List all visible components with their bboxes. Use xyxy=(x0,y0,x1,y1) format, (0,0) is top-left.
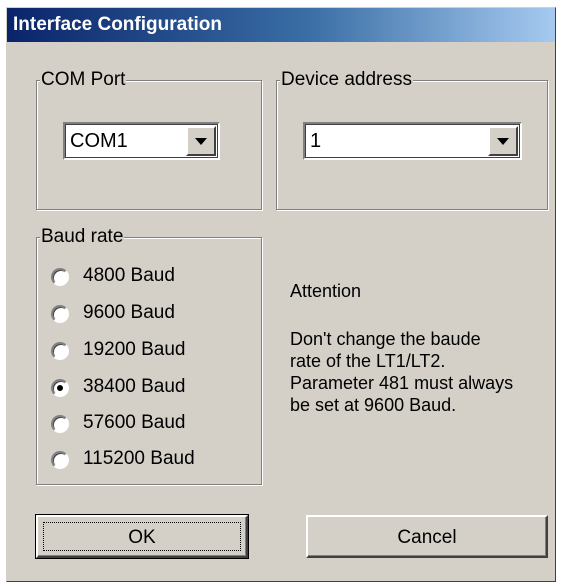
radio-button-selected[interactable] xyxy=(51,379,69,397)
radio-selected-dot xyxy=(57,385,63,391)
radio-button[interactable] xyxy=(51,451,69,469)
attention-message: Don't change the baude rate of the LT1/L… xyxy=(290,328,552,416)
attention-line: rate of the LT1/LT2. xyxy=(290,351,446,371)
interface-configuration-dialog: Interface Configuration COM Port COM1 De… xyxy=(6,7,556,582)
com-port-legend: COM Port xyxy=(40,69,127,91)
com-port-dropdown-button[interactable] xyxy=(186,126,216,156)
attention-line: Don't change the baude xyxy=(290,329,481,349)
baud-rate-group: Baud rate 4800 Baud 9600 Baud 19200 Baud… xyxy=(36,226,262,485)
cancel-button[interactable]: Cancel xyxy=(306,515,548,558)
radio-button[interactable] xyxy=(51,342,69,360)
device-address-select[interactable]: 1 xyxy=(303,122,522,160)
radio-button[interactable] xyxy=(51,305,69,323)
device-address-legend: Device address xyxy=(280,69,413,91)
chevron-down-icon xyxy=(195,138,207,145)
title-bar[interactable]: Interface Configuration xyxy=(7,8,555,42)
radio-label: 9600 Baud xyxy=(83,302,175,323)
cancel-button-label: Cancel xyxy=(397,527,457,548)
window-title: Interface Configuration xyxy=(13,14,223,35)
radio-label: 115200 Baud xyxy=(83,448,195,469)
ok-button-label: OK xyxy=(128,527,156,548)
attention-line: Parameter 481 must always xyxy=(290,373,514,393)
radio-button[interactable] xyxy=(51,268,69,286)
device-address-group: Device address 1 xyxy=(276,69,548,210)
attention-heading: Attention xyxy=(290,281,362,301)
radio-button[interactable] xyxy=(51,415,69,433)
chevron-down-icon xyxy=(497,138,509,145)
baud-rate-legend: Baud rate xyxy=(40,226,125,248)
device-address-dropdown-button[interactable] xyxy=(488,126,518,156)
com-port-select[interactable]: COM1 xyxy=(63,122,220,160)
radio-label: 19200 Baud xyxy=(83,339,186,360)
radio-label: 57600 Baud xyxy=(83,412,186,433)
radio-label: 38400 Baud xyxy=(83,376,186,397)
device-address-value: 1 xyxy=(310,130,322,152)
ok-button[interactable]: OK xyxy=(35,514,249,559)
attention-line: be set at 9600 Baud. xyxy=(290,395,457,415)
com-port-group: COM Port COM1 xyxy=(36,69,262,210)
radio-label: 4800 Baud xyxy=(83,265,175,286)
com-port-value: COM1 xyxy=(70,130,128,152)
